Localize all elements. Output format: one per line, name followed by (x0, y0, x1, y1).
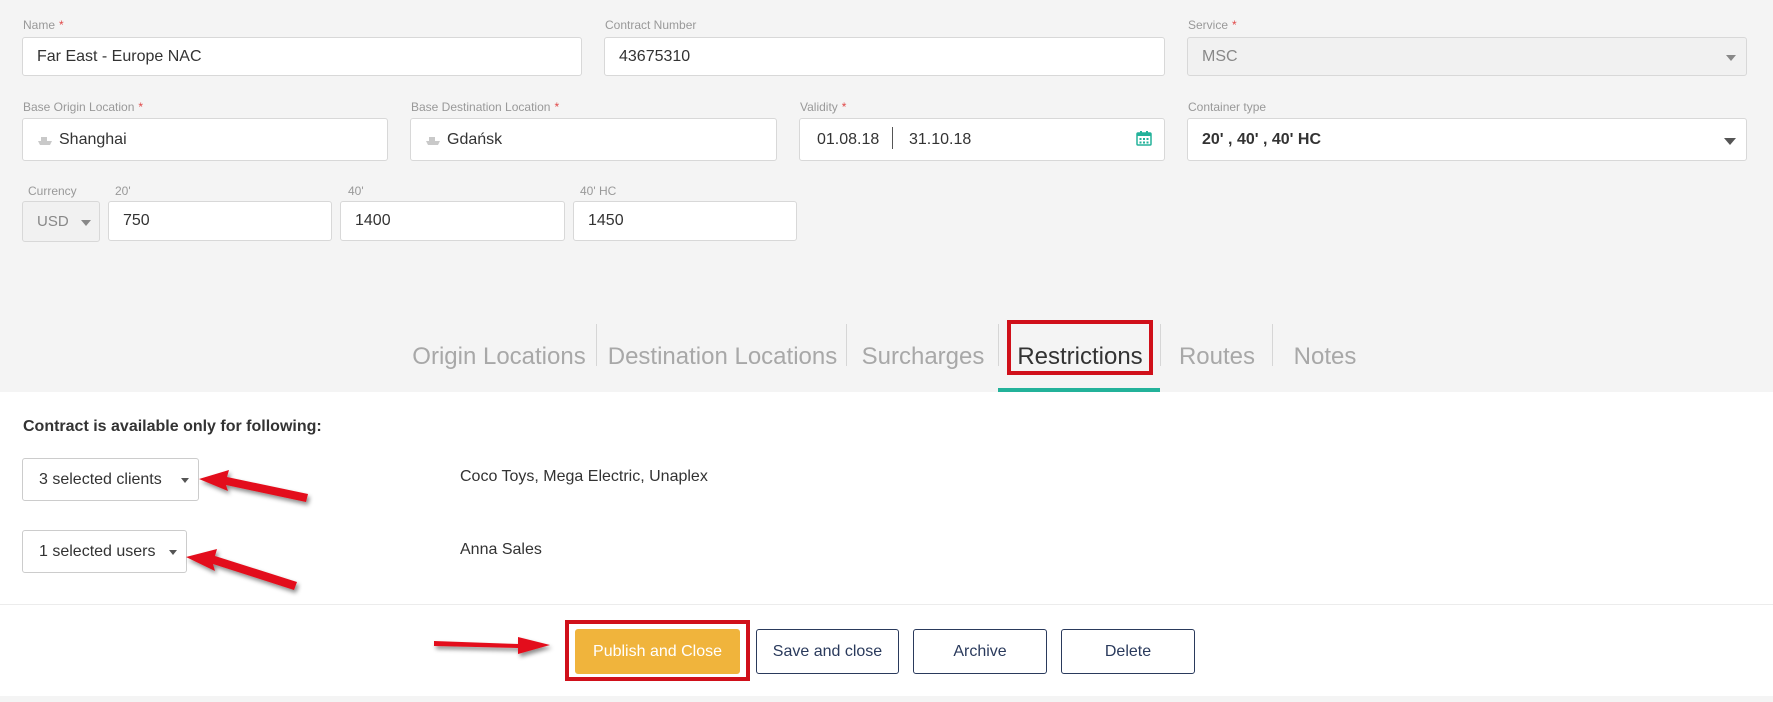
tab-divider (1160, 324, 1161, 366)
tab-divider (1272, 324, 1273, 366)
chevron-down-icon (81, 219, 91, 226)
rate-20-label: 20' (115, 184, 131, 198)
service-label: Service * (1188, 18, 1237, 32)
name-input[interactable]: Far East - Europe NAC (22, 37, 582, 76)
ship-icon (38, 136, 52, 145)
calendar-icon[interactable] (1136, 130, 1152, 146)
base-origin-input[interactable]: Shanghai (22, 118, 388, 161)
validity-label: Validity * (800, 100, 847, 114)
base-destination-input[interactable]: Gdańsk (410, 118, 777, 161)
service-select[interactable]: MSC (1187, 37, 1747, 76)
tab-notes[interactable]: Notes (1282, 322, 1368, 392)
chevron-down-icon (1724, 137, 1736, 145)
save-and-close-button[interactable]: Save and close (756, 629, 899, 674)
container-type-select[interactable]: 20' , 40' , 40' HC (1187, 118, 1747, 161)
validity-to[interactable]: 31.10.18 (909, 131, 971, 149)
selected-clients-list: Coco Toys, Mega Electric, Unaplex (460, 468, 708, 485)
name-label: Name * (23, 18, 64, 32)
validity-daterange[interactable]: 01.08.18 31.10.18 (799, 118, 1165, 161)
tab-surcharges[interactable]: Surcharges (858, 322, 988, 392)
tab-bar: Origin Locations Destination Locations S… (0, 322, 1773, 392)
archive-button[interactable]: Archive (913, 629, 1047, 674)
highlight-box-publish (565, 620, 750, 681)
container-type-label: Container type (1188, 100, 1267, 114)
base-destination-label: Base Destination Location * (411, 100, 560, 114)
currency-label: Currency (28, 184, 77, 198)
contract-number-label: Contract Number (605, 18, 697, 32)
contract-number-input[interactable]: 43675310 (604, 37, 1165, 76)
chevron-down-icon (181, 477, 189, 483)
selected-users-list: Anna Sales (460, 541, 542, 558)
highlight-box-restrictions (1007, 320, 1153, 375)
restrictions-title: Contract is available only for following… (23, 418, 322, 435)
users-dropdown-label: 1 selected users (39, 542, 156, 560)
rate-40-label: 40' (348, 184, 364, 198)
currency-select[interactable]: USD (22, 201, 100, 242)
tab-routes[interactable]: Routes (1170, 322, 1264, 392)
tab-divider (596, 324, 597, 366)
rate-40hc-input[interactable]: 1450 (573, 201, 797, 241)
delete-button[interactable]: Delete (1061, 629, 1195, 674)
chevron-down-icon (169, 549, 177, 555)
date-separator (892, 127, 893, 149)
rate-20-input[interactable]: 750 (108, 201, 332, 241)
tab-origin-locations[interactable]: Origin Locations (412, 322, 586, 392)
tab-destination-locations[interactable]: Destination Locations (607, 322, 838, 392)
base-origin-label: Base Origin Location * (23, 100, 144, 114)
clients-dropdown-label: 3 selected clients (39, 470, 162, 488)
users-dropdown[interactable]: 1 selected users (22, 530, 187, 573)
tab-divider (998, 324, 999, 366)
rate-40hc-label: 40' HC (580, 184, 617, 198)
rate-40-input[interactable]: 1400 (340, 201, 565, 241)
restrictions-panel: Contract is available only for following… (0, 392, 1773, 604)
clients-dropdown[interactable]: 3 selected clients (22, 458, 199, 501)
chevron-down-icon (1726, 54, 1736, 61)
ship-icon (426, 136, 440, 145)
validity-from[interactable]: 01.08.18 (817, 131, 879, 149)
action-bar: Publish and Close Save and close Archive… (0, 604, 1773, 696)
tab-divider (846, 324, 847, 366)
